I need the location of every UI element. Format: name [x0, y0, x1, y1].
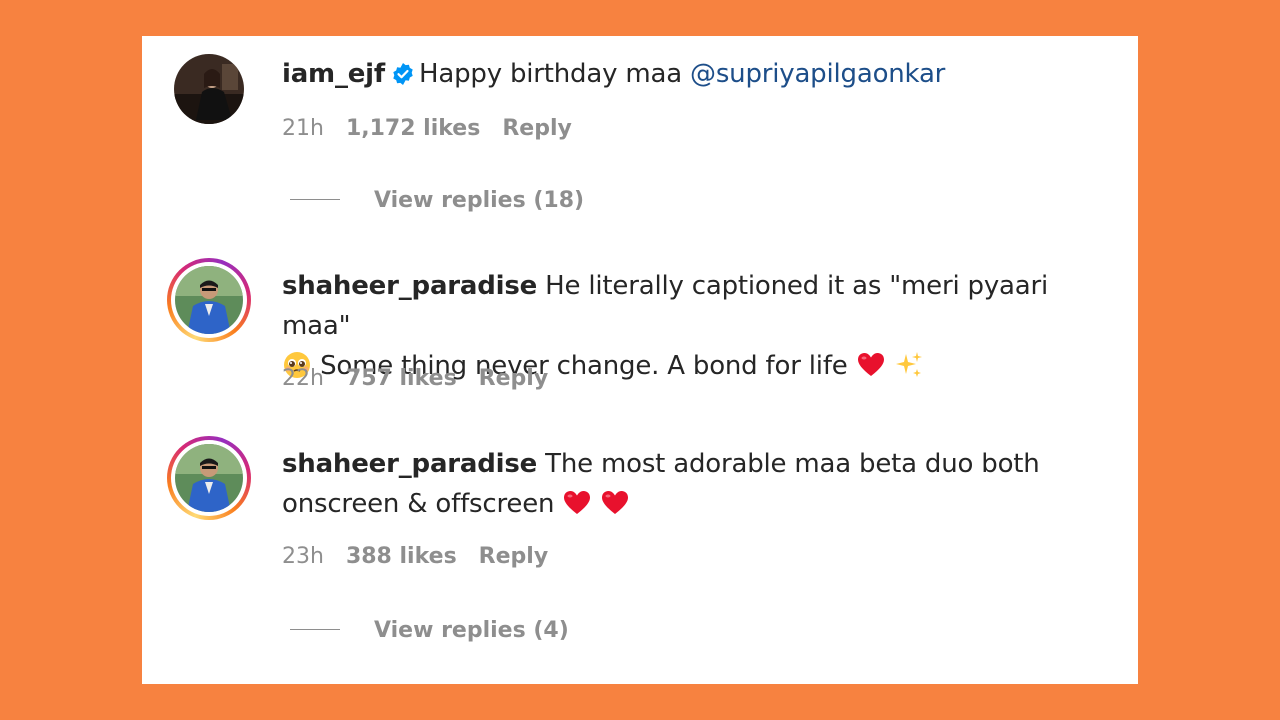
- comment-likes[interactable]: 757 likes: [346, 366, 457, 391]
- comment-line-2: onscreen & offscreen: [282, 484, 1112, 524]
- comment-text: shaheer_paradise The most adorable maa b…: [282, 444, 1112, 524]
- avatar: [175, 444, 243, 512]
- reply-button[interactable]: Reply: [502, 116, 572, 141]
- avatar-photo: [175, 266, 243, 334]
- comment-text: iam_ejf Happy birthday maa @supriyapilgao…: [282, 54, 1112, 94]
- red-heart-emoji-icon: [602, 491, 629, 514]
- mention-link[interactable]: @supriyapilgaonkar: [690, 59, 945, 89]
- avatar-photo: [175, 444, 243, 512]
- view-replies-button[interactable]: View replies (18): [290, 188, 584, 213]
- avatar-photo: [174, 54, 244, 124]
- verified-badge-icon: [393, 63, 413, 85]
- red-heart-emoji-icon: [564, 491, 591, 514]
- comment-body-line-1: The most adorable maa beta duo both: [545, 449, 1040, 479]
- view-replies-button[interactable]: View replies (4): [290, 618, 569, 643]
- comment-body: Happy birthday maa: [419, 59, 682, 89]
- comment-time: 21h: [282, 116, 324, 141]
- sparkles-emoji-icon: [895, 352, 922, 377]
- comment-likes[interactable]: 1,172 likes: [346, 116, 480, 141]
- comment-username[interactable]: iam_ejf: [282, 59, 385, 89]
- comment-username[interactable]: shaheer_paradise: [282, 449, 537, 479]
- comment-meta: 22h 757 likes Reply: [282, 366, 570, 391]
- comments-card: iam_ejf Happy birthday maa @supriyapilgao…: [142, 36, 1138, 684]
- comment-time: 23h: [282, 544, 324, 569]
- reply-button[interactable]: Reply: [479, 366, 549, 391]
- comment-body-line-2: onscreen & offscreen: [282, 489, 555, 519]
- red-heart-emoji-icon: [857, 353, 884, 376]
- comment-line-1: shaheer_paradise He literally captioned …: [282, 266, 1112, 346]
- comment-likes[interactable]: 388 likes: [346, 544, 457, 569]
- avatar-story-ring[interactable]: [167, 436, 251, 520]
- replies-divider: [290, 199, 340, 200]
- view-replies-label: View replies (4): [374, 618, 569, 643]
- avatar[interactable]: [174, 54, 244, 124]
- comment-line-1: shaheer_paradise The most adorable maa b…: [282, 444, 1112, 484]
- reply-button[interactable]: Reply: [479, 544, 549, 569]
- replies-divider: [290, 629, 340, 630]
- comment-time: 22h: [282, 366, 324, 391]
- avatar-story-ring[interactable]: [167, 258, 251, 342]
- comment-meta: 23h 388 likes Reply: [282, 544, 570, 569]
- comment-username[interactable]: shaheer_paradise: [282, 271, 537, 301]
- comment-meta: 21h 1,172 likes Reply: [282, 116, 594, 141]
- view-replies-label: View replies (18): [374, 188, 585, 213]
- avatar: [175, 266, 243, 334]
